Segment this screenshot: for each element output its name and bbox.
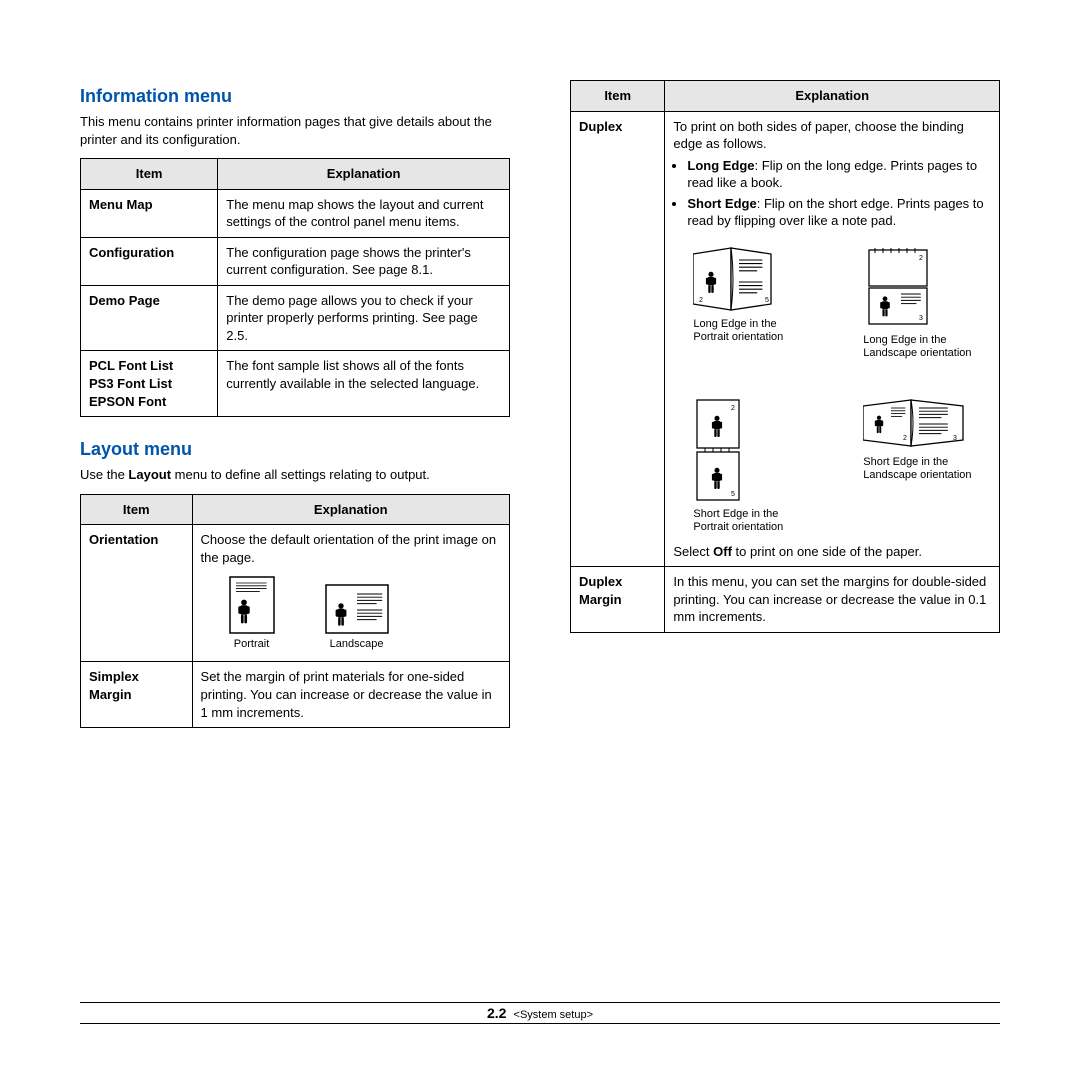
th-item: Item — [571, 81, 665, 112]
cap-le-p-1: Long Edge in the — [693, 318, 776, 330]
table-duplex: Item Explanation Duplex To print on both… — [570, 80, 1000, 633]
svg-text:3: 3 — [953, 435, 957, 442]
table-row: PCL Font List PS3 Font List EPSON Font T… — [81, 351, 510, 417]
th-explanation: Explanation — [218, 159, 510, 190]
fontlist-2: PS3 Font List — [89, 376, 172, 391]
table-row: Menu Map The menu map shows the layout a… — [81, 189, 510, 237]
cell-exp-duplex: To print on both sides of paper, choose … — [665, 111, 1000, 567]
cap-le-p-2: Portrait orientation — [693, 331, 783, 343]
cell-exp: The demo page allows you to check if you… — [218, 285, 510, 351]
cell-item: PCL Font List PS3 Font List EPSON Font — [81, 351, 218, 417]
table-row: Orientation Choose the default orientati… — [81, 525, 510, 662]
fontlist-3: EPSON Font — [89, 394, 166, 409]
svg-text:2: 2 — [731, 405, 735, 412]
shortedge-landscape-icon: 23 — [863, 396, 967, 452]
duplex-off-note: Select Off to print on one side of the p… — [673, 543, 991, 561]
table-row: Duplex Margin In this menu, you can set … — [571, 567, 1000, 633]
cell-exp: Set the margin of print materials for on… — [192, 662, 509, 728]
left-column: Information menu This menu contains prin… — [80, 80, 510, 750]
th-explanation: Explanation — [192, 494, 509, 525]
orientation-text: Choose the default orientation of the pr… — [201, 532, 497, 565]
cap-se-l-2: Landscape orientation — [863, 469, 971, 481]
longedge-portrait-icon: 25 — [693, 244, 777, 314]
cell-item: Menu Map — [81, 189, 218, 237]
table-row: Duplex To print on both sides of paper, … — [571, 111, 1000, 567]
orientation-icons: Portrait Landscape — [229, 576, 501, 651]
svg-text:2: 2 — [699, 297, 703, 304]
cell-item: Duplex Margin — [571, 567, 665, 633]
th-item: Item — [81, 159, 218, 190]
svg-text:5: 5 — [765, 297, 769, 304]
intro-layout: Use the Layout menu to define all settin… — [80, 466, 510, 484]
heading-layout-menu: Layout menu — [80, 439, 510, 460]
cell-item: Orientation — [81, 525, 193, 662]
page-columns: Information menu This menu contains prin… — [80, 80, 1000, 750]
cap-le-l-2: Landscape orientation — [863, 347, 971, 359]
cell-exp: The menu map shows the layout and curren… — [218, 189, 510, 237]
svg-text:5: 5 — [731, 491, 735, 498]
cap-se-p-2: Portrait orientation — [693, 521, 783, 533]
table-row: Configuration The configuration page sho… — [81, 237, 510, 285]
page-number: 2.2 — [487, 1005, 506, 1021]
table-row: Simplex Margin Set the margin of print m… — [81, 662, 510, 728]
section-label: <System setup> — [514, 1009, 594, 1021]
page-footer: 2.2 <System setup> — [80, 1002, 1000, 1024]
table-information: Item Explanation Menu Map The menu map s… — [80, 158, 510, 417]
cell-exp: The configuration page shows the printer… — [218, 237, 510, 285]
longedge-landscape-icon: 2 3 — [863, 244, 935, 330]
intro-information: This menu contains printer information p… — [80, 113, 510, 148]
caption-landscape: Landscape — [325, 638, 389, 651]
right-column: Item Explanation Duplex To print on both… — [570, 80, 1000, 750]
landscape-icon — [325, 584, 389, 634]
cap-se-p-1: Short Edge in the — [693, 508, 778, 520]
cell-exp: Choose the default orientation of the pr… — [192, 525, 509, 662]
svg-text:2: 2 — [919, 255, 923, 262]
th-explanation: Explanation — [665, 81, 1000, 112]
th-item: Item — [81, 494, 193, 525]
cell-item-duplex: Duplex — [571, 111, 665, 567]
portrait-icon — [229, 576, 275, 634]
cell-exp: The font sample list shows all of the fo… — [218, 351, 510, 417]
cell-item: Configuration — [81, 237, 218, 285]
cap-se-l-1: Short Edge in the — [863, 456, 948, 468]
svg-text:3: 3 — [919, 315, 923, 322]
cell-exp: In this menu, you can set the margins fo… — [665, 567, 1000, 633]
shortedge-portrait-icon: 2 5 — [693, 396, 745, 504]
heading-information-menu: Information menu — [80, 86, 510, 107]
table-row: Demo Page The demo page allows you to ch… — [81, 285, 510, 351]
cap-le-l-1: Long Edge in the — [863, 334, 946, 346]
caption-portrait: Portrait — [229, 638, 275, 651]
duplex-diagrams: 25 Long Edge in the Portrait orientation — [693, 244, 991, 535]
svg-text:2: 2 — [903, 435, 907, 442]
fontlist-1: PCL Font List — [89, 358, 173, 373]
cell-item: Simplex Margin — [81, 662, 193, 728]
table-layout: Item Explanation Orientation Choose the … — [80, 494, 510, 728]
cell-item: Demo Page — [81, 285, 218, 351]
